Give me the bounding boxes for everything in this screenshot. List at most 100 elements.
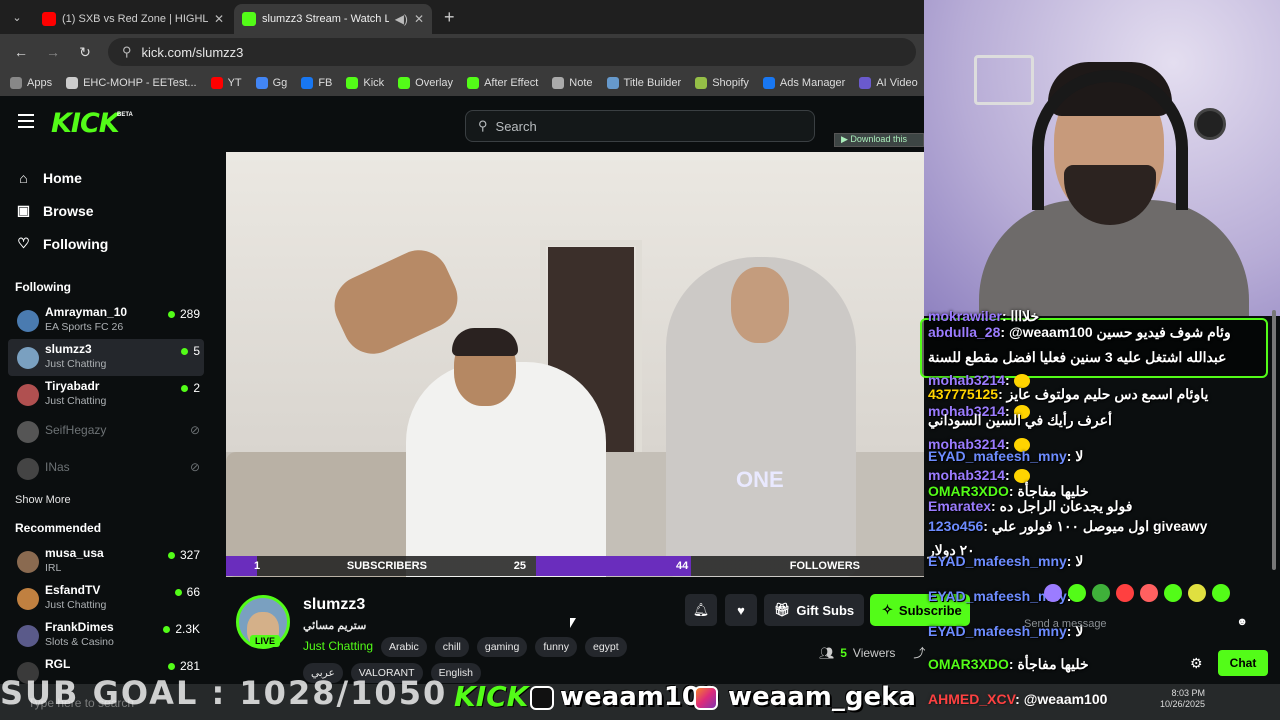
subscribers-goal-value: 25 <box>513 560 526 572</box>
chat-username[interactable]: OMAR3XDO <box>928 656 1009 672</box>
sidebar-item-home[interactable]: ⌂ Home <box>0 161 212 194</box>
sidebar-channel-slumzz3[interactable]: slumzz3 Just Chatting 5 <box>8 339 204 376</box>
sidebar-channel-musa_usa[interactable]: musa_usa IRL 327 <box>8 543 204 580</box>
sidebar-item-following[interactable]: ♡ Following <box>0 227 212 260</box>
chat-username[interactable]: Emaratex <box>928 498 991 514</box>
chat-scrollbar[interactable] <box>1272 310 1276 570</box>
channel-name: EsfandTV <box>45 583 101 597</box>
chat-separator: : <box>1001 308 1011 324</box>
channel-name[interactable]: slumzz3 <box>303 596 365 614</box>
heart-icon: ♡ <box>17 235 30 251</box>
tag[interactable]: chill <box>434 637 469 657</box>
bookmark-item[interactable]: EHC-MOHP - EETest... <box>66 77 197 89</box>
bookmark-item[interactable]: Ads Manager <box>762 77 845 89</box>
emote-icon[interactable] <box>1164 584 1182 602</box>
channel-category: IRL <box>45 562 62 574</box>
sidebar-channel-tiryabadr[interactable]: Tiryabadr Just Chatting 2 <box>8 376 204 413</box>
search-input[interactable]: ⚲ Search <box>465 110 815 142</box>
bookmark-item[interactable]: Kick <box>346 77 384 89</box>
sidebar-channel-esfandtv[interactable]: EsfandTV Just Chatting 66 <box>8 580 204 617</box>
search-icon: ⚲ <box>478 118 488 133</box>
sidebar-item-browse[interactable]: ▣ Browse <box>0 194 212 227</box>
chat-username[interactable]: 123o456 <box>928 518 983 534</box>
tag[interactable]: Arabic <box>381 637 427 657</box>
stream-category[interactable]: Just Chatting <box>303 639 373 653</box>
bookmark-item[interactable]: Note <box>552 77 593 89</box>
avatar <box>17 551 39 573</box>
home-icon: ⌂ <box>19 169 28 186</box>
back-icon[interactable]: ← <box>12 44 30 60</box>
bookmark-item[interactable]: Overlay <box>398 77 453 89</box>
chat-username[interactable]: EYAD_mafeesh_mny <box>928 553 1067 569</box>
sidebar-channel-frankdimes[interactable]: FrankDimes Slots & Casino 2.3K <box>8 617 204 654</box>
emote-icon[interactable] <box>1116 584 1134 602</box>
new-tab-button[interactable]: + <box>434 7 465 34</box>
emote-icon[interactable] <box>1140 584 1158 602</box>
bookmark-item[interactable]: Apps <box>10 77 52 89</box>
emoji-icon[interactable]: ☻ <box>1236 616 1248 628</box>
chat-username[interactable]: 437775125 <box>928 386 998 402</box>
channel-category: EA Sports FC 26 <box>45 321 124 333</box>
person-pointing-hair <box>452 328 518 356</box>
heart-icon: ♥ <box>737 602 745 618</box>
gear-icon[interactable]: ⚙ <box>1190 655 1203 672</box>
chat-input[interactable]: Send a message ☻ <box>1014 612 1254 638</box>
close-tab-icon[interactable]: ✕ <box>214 12 224 26</box>
video-player[interactable]: ONE <box>226 152 924 577</box>
chat-username[interactable]: mohab3214 <box>928 467 1005 483</box>
emote-icon[interactable] <box>1188 584 1206 602</box>
chat-username[interactable]: mokrawiler <box>928 308 1002 324</box>
bookmark-item[interactable]: FB <box>301 77 332 89</box>
speaker-icon[interactable]: ◀) <box>395 12 408 26</box>
chat-username[interactable]: EYAD_mafeesh_mny <box>928 448 1067 464</box>
channel-category: Slots & Casino <box>45 636 114 648</box>
notifications-button[interactable]: 🔔︎ <box>685 594 717 626</box>
follow-button[interactable]: ♥ <box>725 594 757 626</box>
viewers: 2.3K <box>175 622 200 636</box>
subscribers-label: SUBSCRIBERS <box>346 560 427 572</box>
download-video-button[interactable]: ▶ Download this <box>834 133 924 147</box>
live-dot-icon <box>167 310 175 318</box>
site-info-icon[interactable]: ⚲ <box>122 44 132 60</box>
chat-username[interactable]: abdulla_28 <box>928 324 1000 340</box>
bookmark-item[interactable]: AI Video <box>859 77 918 89</box>
menu-icon[interactable] <box>18 114 34 128</box>
emote-icon[interactable] <box>1044 584 1062 602</box>
sidebar-channel-seifhegazy[interactable]: SeifHegazy ⊘ <box>8 413 204 450</box>
bookmark-item[interactable]: Title Builder <box>606 77 681 89</box>
browser-tab-kick[interactable]: slumzz3 Stream - Watch Li ◀) ✕ <box>234 4 432 34</box>
bookmark-label: YT <box>227 77 242 89</box>
sidebar-channel-inas[interactable]: INas ⊘ <box>8 450 204 487</box>
chat-message: Emaratex: فولو يجدعان الراجل ده <box>928 498 1132 515</box>
tab-search-button[interactable]: ⌄ <box>0 0 34 34</box>
emote-icon[interactable] <box>1092 584 1110 602</box>
browser-tab-youtube[interactable]: (1) SXB vs Red Zone | HIGHLIGH ✕ <box>34 4 232 34</box>
bookmark-label: Kick <box>363 77 385 89</box>
viewer-count: 2 <box>181 381 200 395</box>
viewers: 327 <box>179 548 200 562</box>
kick-logo[interactable]: KICK <box>51 108 120 139</box>
chat-username[interactable]: OMAR3XDO <box>928 483 1009 499</box>
bookmark-item[interactable]: YT <box>210 77 242 89</box>
tab-title: slumzz3 Stream - Watch Li <box>262 13 389 25</box>
emote-icon[interactable] <box>1212 584 1230 602</box>
forward-icon[interactable]: → <box>44 44 62 60</box>
live-dot-icon <box>181 384 189 392</box>
reload-icon[interactable]: ↻ <box>76 44 94 61</box>
gift-subs-button[interactable]: 🎁︎ Gift Subs <box>764 594 864 626</box>
bookmark-item[interactable]: Shopify <box>695 77 749 89</box>
close-tab-icon[interactable]: ✕ <box>414 12 424 26</box>
channel-info: LIVE slumzz3 ستريم مسائي Just Chatting A… <box>226 577 970 688</box>
emote-row <box>1044 584 1230 602</box>
bookmark-item[interactable]: Gg <box>255 77 287 89</box>
show-more-button[interactable]: Show More <box>0 487 212 513</box>
url-field[interactable]: ⚲ kick.com/slumzz3 <box>108 38 916 66</box>
bookmark-item[interactable]: After Effect <box>467 77 538 89</box>
emote-icon[interactable] <box>1068 584 1086 602</box>
sidebar-channel-amrayman_10[interactable]: Amrayman_10 EA Sports FC 26 289 <box>8 302 204 339</box>
tag[interactable]: egypt <box>585 637 627 657</box>
tag[interactable]: gaming <box>476 637 528 657</box>
tag[interactable]: funny <box>535 637 577 657</box>
chat-send-button[interactable]: Chat <box>1218 650 1268 676</box>
viewers-label: Viewers <box>852 645 896 660</box>
